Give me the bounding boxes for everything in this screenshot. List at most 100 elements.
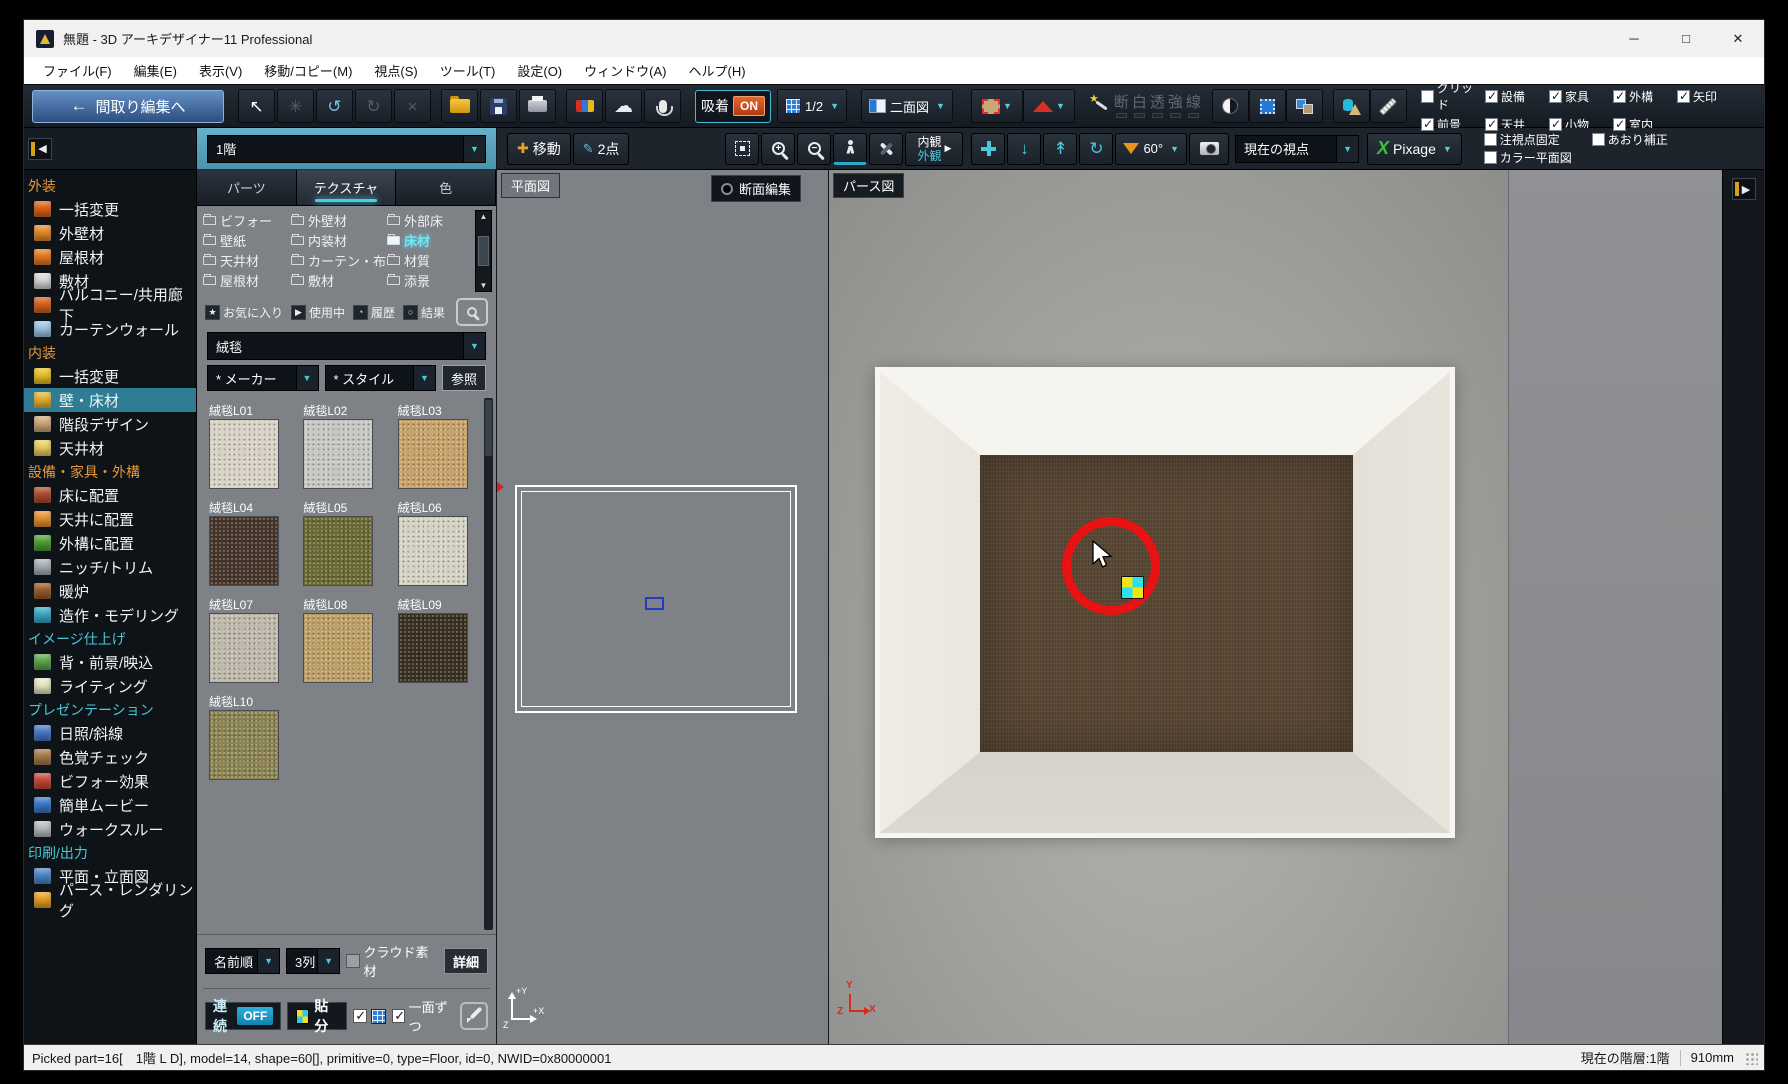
catalog-tab[interactable]: 色 [396, 170, 497, 205]
category-item[interactable]: 材質 [387, 250, 463, 270]
sort-order-select[interactable]: 名前順 ▼ [205, 948, 281, 974]
texture-swatch-thumbnail[interactable] [303, 516, 374, 586]
texture-swatch[interactable]: 絨毯L02 [303, 402, 379, 489]
zoom-out-icon[interactable]: − [797, 132, 832, 165]
filter-toggle[interactable]: ○ 結果 [403, 304, 445, 321]
section-line-toggle[interactable]: 線 [1185, 94, 1202, 118]
texture-swatch-thumbnail[interactable] [397, 419, 468, 489]
category-item[interactable]: 外壁材 [291, 210, 387, 230]
sidebar-item[interactable]: 天井材 [24, 436, 196, 460]
two-point-tool-button[interactable]: ✎ 2点 [572, 132, 630, 165]
sidebar-item[interactable]: ライティング [24, 674, 196, 698]
orbit-down-icon[interactable]: ↓ [1007, 132, 1042, 165]
texture-swatch-thumbnail[interactable] [209, 419, 279, 489]
sidebar-item[interactable]: 屋根材 [24, 245, 196, 269]
pan-view-icon[interactable] [971, 132, 1006, 165]
sidebar-item[interactable]: ウォークスルー [24, 817, 196, 841]
select-cursor-icon[interactable]: ↖ [238, 89, 275, 123]
expand-right-panel-button[interactable]: ▶ [1731, 178, 1756, 200]
tools-icon[interactable] [869, 132, 904, 165]
category-item[interactable]: 屋根材 [203, 270, 291, 290]
close-button[interactable]: ✕ [1712, 20, 1764, 57]
paste-split-button[interactable]: 貼分 [287, 998, 348, 1034]
cloud-upload-icon[interactable]: ☁ [605, 89, 642, 123]
section-edit-button[interactable]: 断面編集 [711, 175, 802, 202]
resize-grip[interactable] [1744, 1050, 1758, 1065]
maker-select[interactable]: * メーカー ▼ [207, 365, 319, 391]
roof-display-button[interactable]: ▼ [1022, 89, 1075, 123]
multi-window-button[interactable] [1285, 89, 1323, 123]
category-item[interactable]: 床材 [387, 230, 463, 250]
pixage-button[interactable]: X Pixage ▼ [1367, 132, 1462, 165]
interior-exterior-toggle[interactable]: 内観 外観 ▶ [905, 131, 964, 166]
maximize-button[interactable]: □ [1660, 20, 1712, 57]
sidebar-item[interactable]: ビフォー効果 [24, 769, 196, 793]
sidebar-item[interactable]: パース・レンダリング [24, 882, 196, 920]
sidebar-item[interactable]: 外壁材 [24, 221, 196, 245]
section-line-toggle[interactable]: 断 [1113, 94, 1130, 118]
texture-swatch[interactable]: 絨毯L06 [397, 499, 474, 586]
sidebar-item[interactable]: 一括変更 [24, 197, 196, 221]
category-item[interactable]: ビフォー [203, 210, 291, 230]
catalog-tab[interactable]: パーツ [197, 170, 297, 205]
menu-item[interactable]: 表示(V) [188, 61, 253, 80]
search-button[interactable] [456, 298, 488, 326]
style-select[interactable]: * スタイル ▼ [324, 365, 436, 391]
minimize-button[interactable]: ─ [1608, 20, 1660, 57]
sidebar-item[interactable]: 簡単ムービー [24, 793, 196, 817]
category-scrollbar[interactable]: ▲ ▼ [475, 210, 492, 292]
section-line-toggle[interactable]: 強 [1167, 94, 1184, 118]
menu-item[interactable]: 視点(S) [363, 61, 428, 80]
save-icon[interactable] [480, 89, 517, 123]
sidebar-item[interactable]: 外構に配置 [24, 531, 196, 555]
sidebar-item[interactable]: 壁・床材 [24, 388, 196, 412]
category-item[interactable]: 内装材 [291, 230, 387, 250]
sidebar-item[interactable]: 暖炉 [24, 579, 196, 603]
filter-toggle[interactable]: ◔ 履歴 [353, 304, 395, 321]
walk-view-icon[interactable] [833, 132, 868, 165]
sidebar-item[interactable]: 床に配置 [24, 483, 196, 507]
texture-swatch[interactable]: 絨毯L08 [303, 596, 379, 683]
menu-item[interactable]: ファイル(F) [32, 61, 123, 80]
filter-toggle[interactable]: ★ お気に入り [205, 304, 283, 321]
texture-display-button[interactable]: ▼ [970, 89, 1023, 123]
detail-button[interactable]: 詳細 [443, 948, 488, 974]
cloud-material-checkbox[interactable]: クラウド素材 [346, 942, 438, 980]
fov-button[interactable]: 60° ▼ [1115, 132, 1188, 165]
sidebar-item[interactable]: 造作・モデリング [24, 603, 196, 627]
brightness-button[interactable] [1211, 89, 1249, 123]
display-toggle-checkbox[interactable]: 家具 [1548, 79, 1611, 113]
category-item[interactable]: 添景 [387, 270, 463, 290]
fit-view-icon[interactable] [725, 132, 760, 165]
section-line-toggle[interactable]: 白 [1131, 94, 1148, 118]
camera-view-select[interactable]: 現在の視点 ▼ [1235, 134, 1360, 163]
menu-item[interactable]: 移動/コピー(M) [253, 61, 363, 80]
scroll-up-icon[interactable]: ▲ [480, 212, 488, 221]
texture-swatch-thumbnail[interactable] [303, 613, 374, 683]
collapse-left-panel-button[interactable]: ◀ [28, 137, 52, 160]
menu-item[interactable]: ウィンドウ(A) [573, 61, 677, 80]
texture-swatch-thumbnail[interactable] [397, 613, 468, 683]
view-toggle-checkbox[interactable]: あおり補正 [1591, 132, 1700, 148]
snap-toggle[interactable]: 吸着 ON [695, 89, 771, 123]
display-toggle-checkbox[interactable]: 矢印 [1676, 79, 1739, 113]
two-pane-view-button[interactable]: 二面図 ▼ [861, 89, 953, 123]
catalog-tab[interactable]: テクスチャ [296, 170, 397, 205]
browse-button[interactable]: 参照 [442, 365, 486, 391]
eyedropper-button[interactable] [459, 1002, 488, 1030]
sidebar-item[interactable]: 日照/斜線 [24, 721, 196, 745]
texture-swatch[interactable]: 絨毯L01 [209, 402, 285, 489]
sidebar-item[interactable]: 背・前景/映込 [24, 650, 196, 674]
sidebar-item[interactable]: カーテンウォール [24, 317, 196, 341]
rotate-view-icon[interactable]: ↻ [1079, 132, 1114, 165]
sidebar-item[interactable]: バルコニー/共用廊下 [24, 287, 196, 325]
display-toggle-checkbox[interactable]: 設備 [1484, 79, 1547, 113]
print-icon[interactable] [519, 89, 556, 123]
texture-swatch-thumbnail[interactable] [303, 419, 374, 489]
sidebar-item[interactable]: 階段デザイン [24, 412, 196, 436]
sidebar-item[interactable]: ニッチ/トリム [24, 555, 196, 579]
microphone-icon[interactable] [644, 89, 681, 123]
measure-button[interactable] [1369, 89, 1407, 123]
category-item[interactable]: 天井材 [203, 250, 291, 270]
texture-swatch-thumbnail[interactable] [209, 613, 279, 683]
